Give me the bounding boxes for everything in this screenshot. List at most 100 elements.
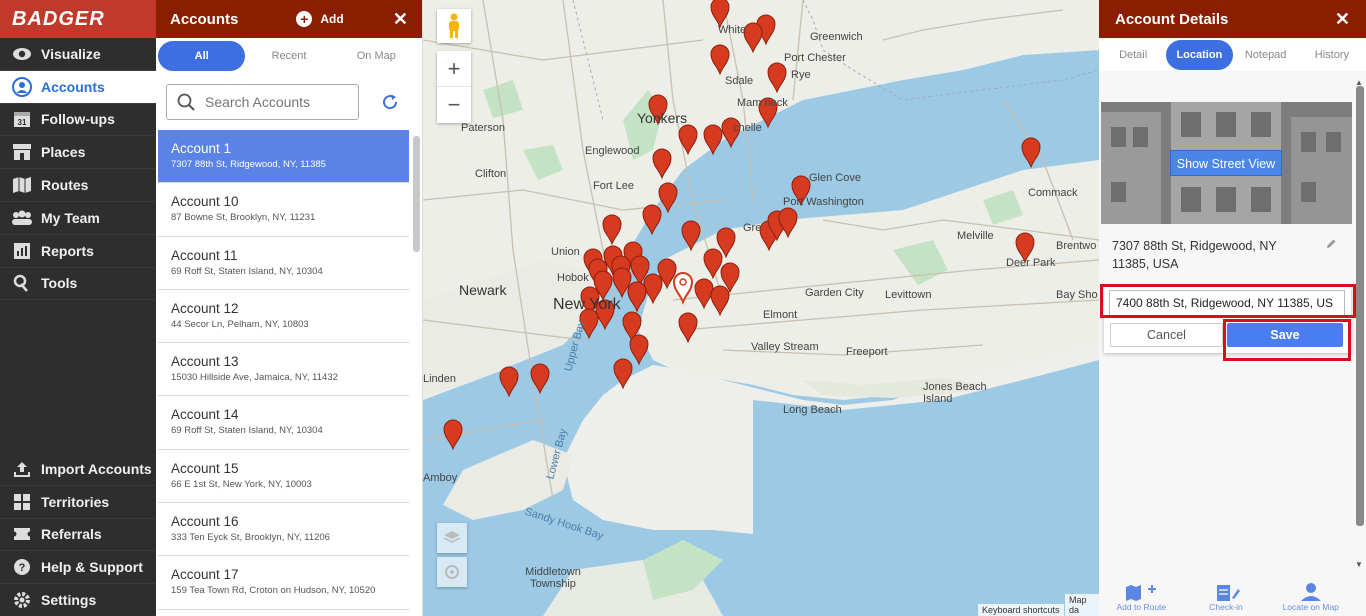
map-label-clifton: Clifton — [475, 168, 507, 180]
details-title: Account Details — [1115, 10, 1229, 28]
list-item[interactable]: Account 1 7307 88th St, Ridgewood, NY, 11… — [158, 130, 409, 184]
account-address: 87 Bowne St, Brooklyn, NY, 11231 — [171, 212, 316, 224]
list-item[interactable]: Account 12 44 Secor Ln, Pelham, NY, 10803 — [158, 290, 409, 344]
nav-label: Import Accounts — [41, 460, 152, 477]
search-box[interactable] — [166, 84, 359, 120]
account-name: Account 12 — [171, 300, 239, 316]
search-input[interactable] — [205, 94, 345, 110]
calendar-icon: 31 — [11, 109, 33, 129]
list-item[interactable]: Account 17 159 Tea Town Rd, Croton on Hud… — [158, 556, 409, 610]
list-item[interactable]: Account 10 87 Bowne St, Brooklyn, NY, 112… — [158, 183, 409, 237]
show-street-view-button[interactable]: Show Street View — [1170, 150, 1282, 176]
layers-icon — [443, 531, 461, 543]
nav-label: Help & Support — [41, 559, 143, 576]
pegman-icon — [449, 13, 459, 38]
nav-label: Routes — [41, 177, 89, 194]
nav-item-follow-ups[interactable]: 31 Follow-ups — [0, 104, 156, 137]
search-row — [156, 73, 422, 123]
accounts-title: Accounts — [170, 10, 239, 28]
refresh-icon[interactable] — [381, 93, 399, 111]
nav-item-routes[interactable]: Routes — [0, 169, 156, 202]
map-label-elmont: Elmont — [763, 309, 798, 321]
tab-on-map[interactable]: On Map — [333, 41, 420, 71]
scroll-down-arrow[interactable]: ▼ — [1354, 560, 1364, 570]
nav-item-territories[interactable]: Territories — [0, 486, 156, 519]
nav-item-settings[interactable]: Settings — [0, 584, 156, 616]
scroll-up-arrow[interactable]: ▲ — [1354, 78, 1364, 88]
map-label-freeport: Freeport — [846, 346, 888, 358]
check-in-button[interactable]: Check-in — [1184, 572, 1269, 616]
account-address-display: 7307 88th St, Ridgewood, NY 11385, USA — [1112, 237, 1332, 273]
add-to-route-button[interactable]: Add to Route — [1099, 572, 1184, 616]
nav-item-import-accounts[interactable]: Import Accounts — [0, 453, 156, 486]
cancel-button[interactable]: Cancel — [1110, 323, 1223, 347]
locate-pin-icon — [1300, 583, 1321, 601]
locate-on-map-button[interactable]: Locate on Map — [1268, 572, 1353, 616]
map-label-brentwood: Brentwo — [1056, 240, 1097, 252]
map-label-port-chester: Port Chester — [784, 52, 846, 64]
tab-history[interactable]: History — [1299, 40, 1365, 70]
accounts-filter-tabs: All Recent On Map — [156, 39, 422, 73]
accounts-panel: Accounts + Add ✕ All Recent On Map Accou… — [156, 0, 423, 616]
layers-button[interactable] — [437, 523, 467, 553]
nav-item-reports[interactable]: Reports — [0, 235, 156, 268]
nav-item-tools[interactable]: Tools — [0, 268, 156, 301]
account-name: Account 11 — [171, 247, 238, 263]
zoom-out-button[interactable]: − — [437, 87, 471, 123]
account-name: Account 10 — [171, 194, 239, 210]
accounts-header: Accounts + Add ✕ — [156, 0, 422, 38]
nav-item-accounts[interactable]: Accounts — [0, 70, 156, 104]
my-location-button[interactable] — [437, 557, 467, 587]
accounts-scrollbar[interactable] — [412, 130, 420, 616]
tab-location[interactable]: Location — [1166, 40, 1233, 70]
account-details-panel: Account Details ✕ Detail Location Notepa… — [1099, 0, 1366, 616]
map-canvas[interactable] — [423, 0, 1099, 616]
nav-item-places[interactable]: Places — [0, 136, 156, 170]
list-item[interactable]: Account 15 66 E 1st St, New York, NY, 100… — [158, 450, 409, 504]
gear-icon — [11, 590, 33, 610]
account-name: Account 14 — [171, 407, 239, 423]
scrollbar-thumb[interactable] — [413, 136, 420, 252]
keyboard-shortcuts-link[interactable]: Keyboard shortcuts — [978, 604, 1064, 616]
zoom-in-button[interactable]: + — [437, 51, 471, 87]
accounts-list: Account 1 7307 88th St, Ridgewood, NY, 11… — [158, 130, 409, 610]
locate-on-map-label: Locate on Map — [1282, 602, 1339, 612]
street-view-preview: Show Street View — [1101, 102, 1352, 224]
add-to-route-label: Add to Route — [1116, 602, 1167, 612]
nav-item-help-support[interactable]: ? Help & Support — [0, 551, 156, 585]
list-item[interactable]: Account 16 333 Ten Eyck St, Brooklyn, NY,… — [158, 503, 409, 557]
nav-label: Referrals — [41, 526, 102, 543]
map-label-deer-park: Deer Park — [1006, 257, 1056, 269]
nav-item-visualize[interactable]: Visualize — [0, 38, 156, 71]
tab-detail[interactable]: Detail — [1100, 40, 1166, 70]
close-icon[interactable]: ✕ — [393, 9, 408, 30]
upload-icon — [11, 459, 33, 479]
eye-icon — [11, 44, 33, 64]
tab-notepad[interactable]: Notepad — [1233, 40, 1299, 70]
list-item[interactable]: Account 11 69 Roff St, Staten Island, NY,… — [158, 237, 409, 290]
tab-recent[interactable]: Recent — [245, 41, 332, 71]
map-label-levittown: Levittown — [885, 289, 932, 301]
add-account-button[interactable]: + Add — [296, 11, 344, 27]
tab-all[interactable]: All — [158, 41, 246, 71]
map-label-long-beach: Long Beach — [783, 404, 842, 416]
map-view[interactable]: Yonkers Paterson Englewood Clifton Fort … — [423, 0, 1099, 616]
nav-item-my-team[interactable]: My Team — [0, 202, 156, 235]
account-name: Account 16 — [171, 514, 239, 530]
pegman-button[interactable] — [437, 9, 471, 43]
map-plus-icon — [1126, 585, 1157, 601]
search-icon — [177, 93, 195, 111]
list-item[interactable]: Account 13 15030 Hillside Ave, Jamaica, N… — [158, 343, 409, 397]
brand-logo[interactable]: BADGER — [0, 0, 156, 38]
edit-pencil-icon[interactable] — [1325, 238, 1337, 250]
close-icon[interactable]: ✕ — [1335, 9, 1350, 30]
brand-name: BADGER — [12, 7, 105, 30]
tools-icon — [11, 273, 33, 293]
svg-text:?: ? — [19, 562, 26, 574]
details-header: Account Details ✕ — [1099, 0, 1366, 38]
details-scrollbar[interactable] — [1356, 86, 1364, 526]
help-icon: ? — [11, 557, 33, 577]
nav-item-referrals[interactable]: Referrals — [0, 519, 156, 552]
list-item[interactable]: Account 14 69 Roff St, Staten Island, NY,… — [158, 396, 409, 450]
nav-label: Accounts — [41, 78, 105, 95]
